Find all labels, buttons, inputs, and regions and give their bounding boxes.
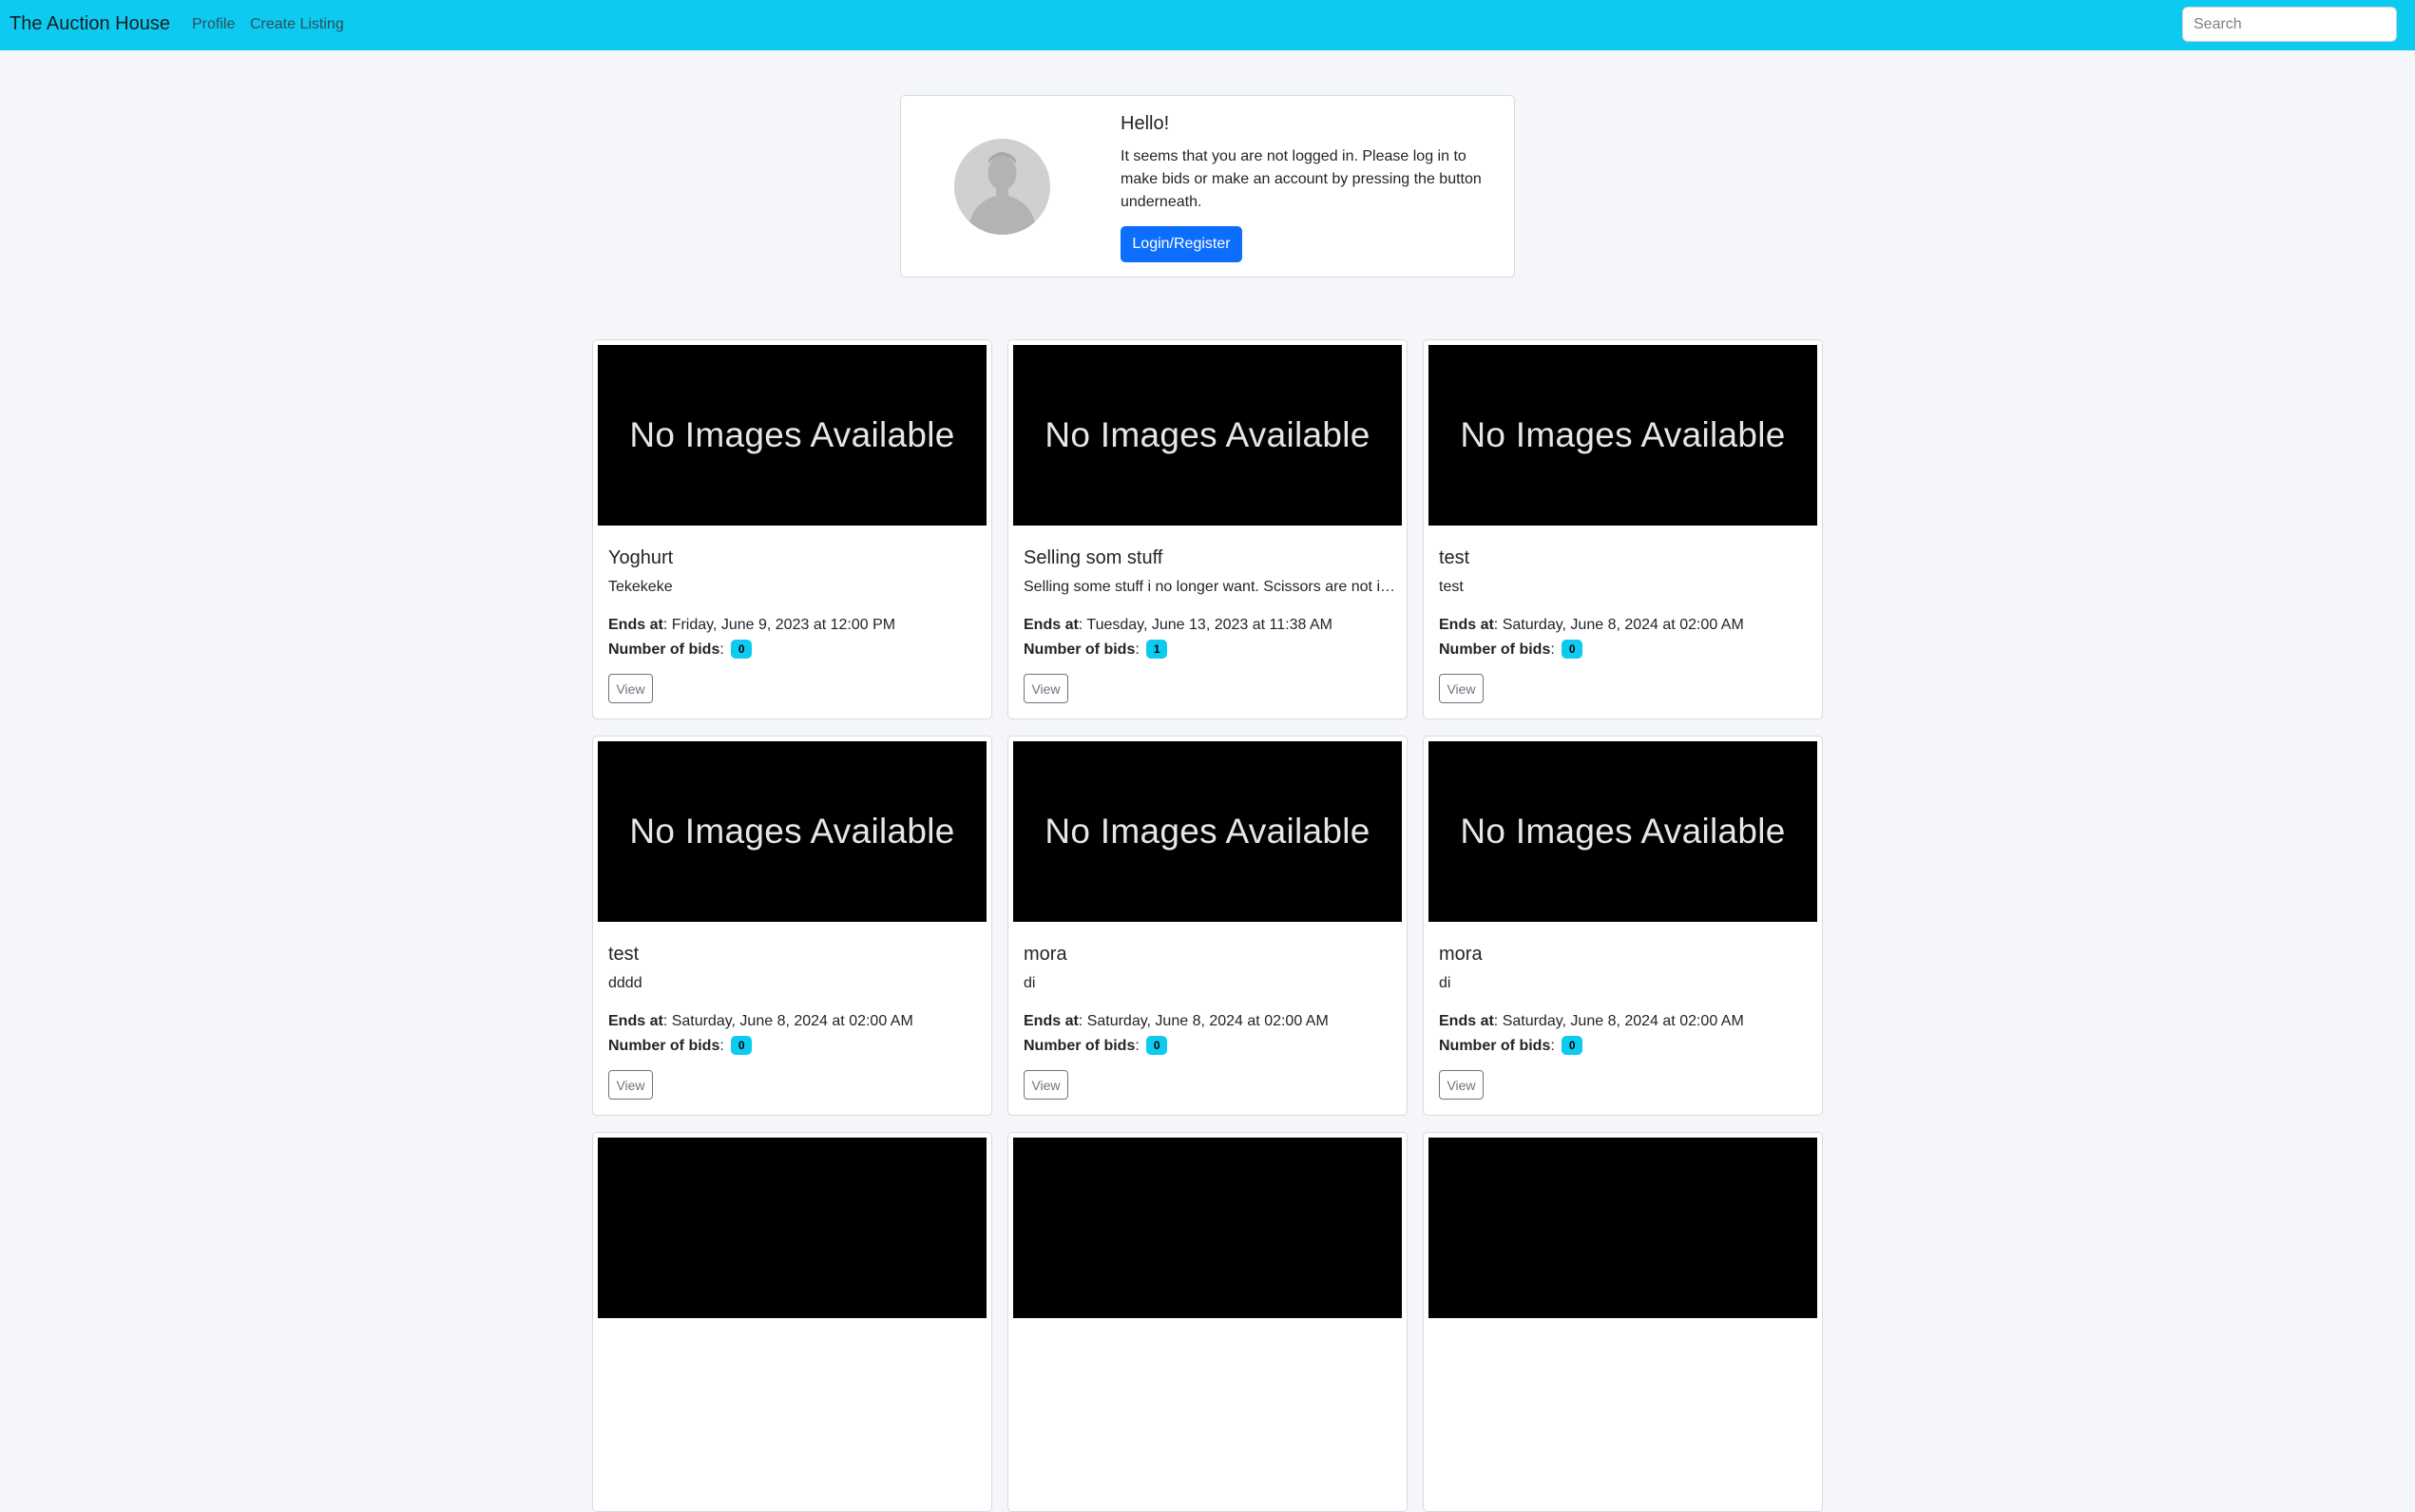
listing-card bbox=[1007, 1132, 1408, 1512]
ends-at-label: Ends at bbox=[1439, 1013, 1494, 1029]
login-register-button[interactable]: Login/Register bbox=[1121, 226, 1242, 262]
ends-at-value: Tuesday, June 13, 2023 at 11:38 AM bbox=[1086, 617, 1332, 633]
listing-card: No Images Available mora di Ends at: Sat… bbox=[1423, 736, 1823, 1116]
listing-title: mora bbox=[1024, 944, 1067, 965]
bids-label: Number of bids bbox=[608, 641, 720, 658]
listing-bids: Number of bids: 1 bbox=[1024, 640, 1168, 659]
navbar: The Auction House Profile Create Listing bbox=[0, 0, 2415, 50]
no-image-placeholder: No Images Available bbox=[1013, 345, 1402, 526]
view-button[interactable]: View bbox=[1439, 674, 1484, 703]
listing-title: test bbox=[608, 944, 640, 965]
bids-count-badge: 1 bbox=[1146, 640, 1168, 659]
listing-card: No Images Available mora di Ends at: Sat… bbox=[1007, 736, 1408, 1116]
bids-label: Number of bids bbox=[1024, 1038, 1136, 1054]
nav-link-profile[interactable]: Profile bbox=[192, 16, 235, 33]
login-prompt-card: Hello! It seems that you are not logged … bbox=[900, 95, 1515, 278]
ends-at-value: Saturday, June 8, 2024 at 02:00 AM bbox=[1502, 617, 1744, 633]
no-image-placeholder: No Images Available bbox=[1428, 345, 1817, 526]
view-button[interactable]: View bbox=[608, 1070, 653, 1100]
brand-link[interactable]: The Auction House bbox=[10, 13, 170, 35]
bids-label: Number of bids bbox=[1024, 641, 1136, 658]
listing-bids: Number of bids: 0 bbox=[1024, 1036, 1168, 1055]
listing-bids: Number of bids: 0 bbox=[1439, 1036, 1583, 1055]
view-button[interactable]: View bbox=[1024, 1070, 1068, 1100]
listing-description: test bbox=[1439, 579, 1464, 595]
ends-at-label: Ends at bbox=[608, 617, 663, 633]
ends-at-label: Ends at bbox=[1439, 617, 1494, 633]
ends-at-label: Ends at bbox=[608, 1013, 663, 1029]
bids-count-badge: 0 bbox=[1562, 1036, 1583, 1055]
listing-description: dddd bbox=[608, 975, 642, 991]
listing-description: Tekekeke bbox=[608, 579, 673, 595]
listing-ends-at: Ends at: Friday, June 9, 2023 at 12:00 P… bbox=[608, 617, 896, 633]
ends-at-value: Saturday, June 8, 2024 at 02:00 AM bbox=[671, 1013, 913, 1029]
login-heading: Hello! bbox=[1121, 113, 1170, 134]
listing-ends-at: Ends at: Saturday, June 8, 2024 at 02:00… bbox=[1024, 1013, 1329, 1029]
listing-ends-at: Ends at: Tuesday, June 13, 2023 at 11:38… bbox=[1024, 617, 1332, 633]
listing-title: test bbox=[1439, 547, 1470, 568]
ends-at-label: Ends at bbox=[1024, 1013, 1079, 1029]
login-message: It seems that you are not logged in. Ple… bbox=[1121, 148, 1482, 210]
bids-count-badge: 0 bbox=[731, 640, 753, 659]
listing-card bbox=[1423, 1132, 1823, 1512]
ends-at-value: Friday, June 9, 2023 at 12:00 PM bbox=[671, 617, 896, 633]
listing-ends-at: Ends at: Saturday, June 8, 2024 at 02:00… bbox=[1439, 617, 1744, 633]
image-placeholder bbox=[1428, 1138, 1817, 1318]
listing-card bbox=[592, 1132, 992, 1512]
bids-label: Number of bids bbox=[1439, 1038, 1551, 1054]
ends-at-value: Saturday, June 8, 2024 at 02:00 AM bbox=[1502, 1013, 1744, 1029]
listing-title: Selling som stuff bbox=[1024, 547, 1163, 568]
listing-card: No Images Available Selling som stuff Se… bbox=[1007, 339, 1408, 719]
nav-link-create-listing[interactable]: Create Listing bbox=[250, 16, 344, 33]
listing-title: Yoghurt bbox=[608, 547, 674, 568]
listing-card: No Images Available test test Ends at: S… bbox=[1423, 339, 1823, 719]
no-image-placeholder: No Images Available bbox=[1013, 741, 1402, 922]
listing-card: No Images Available test dddd Ends at: S… bbox=[592, 736, 992, 1116]
bids-count-badge: 0 bbox=[731, 1036, 753, 1055]
listing-card: No Images Available Yoghurt Tekekeke End… bbox=[592, 339, 992, 719]
bids-count-badge: 0 bbox=[1146, 1036, 1168, 1055]
search-input[interactable] bbox=[2182, 7, 2397, 42]
no-image-placeholder: No Images Available bbox=[1428, 741, 1817, 922]
listing-description: di bbox=[1439, 975, 1451, 991]
bids-count-badge: 0 bbox=[1562, 640, 1583, 659]
bids-label: Number of bids bbox=[608, 1038, 720, 1054]
ends-at-value: Saturday, June 8, 2024 at 02:00 AM bbox=[1086, 1013, 1329, 1029]
listing-ends-at: Ends at: Saturday, June 8, 2024 at 02:00… bbox=[1439, 1013, 1744, 1029]
listing-bids: Number of bids: 0 bbox=[1439, 640, 1583, 659]
ends-at-label: Ends at bbox=[1024, 617, 1079, 633]
listing-title: mora bbox=[1439, 944, 1483, 965]
listing-bids: Number of bids: 0 bbox=[608, 640, 753, 659]
no-image-placeholder: No Images Available bbox=[598, 741, 987, 922]
view-button[interactable]: View bbox=[1439, 1070, 1484, 1100]
user-silhouette-icon bbox=[954, 139, 1050, 235]
view-button[interactable]: View bbox=[1024, 674, 1068, 703]
listing-ends-at: Ends at: Saturday, June 8, 2024 at 02:00… bbox=[608, 1013, 913, 1029]
listing-description: Selling some stuff i no longer want. Sci… bbox=[1024, 579, 1396, 595]
image-placeholder bbox=[1013, 1138, 1402, 1318]
view-button[interactable]: View bbox=[608, 674, 653, 703]
image-placeholder bbox=[598, 1138, 987, 1318]
listing-description: di bbox=[1024, 975, 1036, 991]
bids-label: Number of bids bbox=[1439, 641, 1551, 658]
no-image-placeholder: No Images Available bbox=[598, 345, 987, 526]
listing-bids: Number of bids: 0 bbox=[608, 1036, 753, 1055]
